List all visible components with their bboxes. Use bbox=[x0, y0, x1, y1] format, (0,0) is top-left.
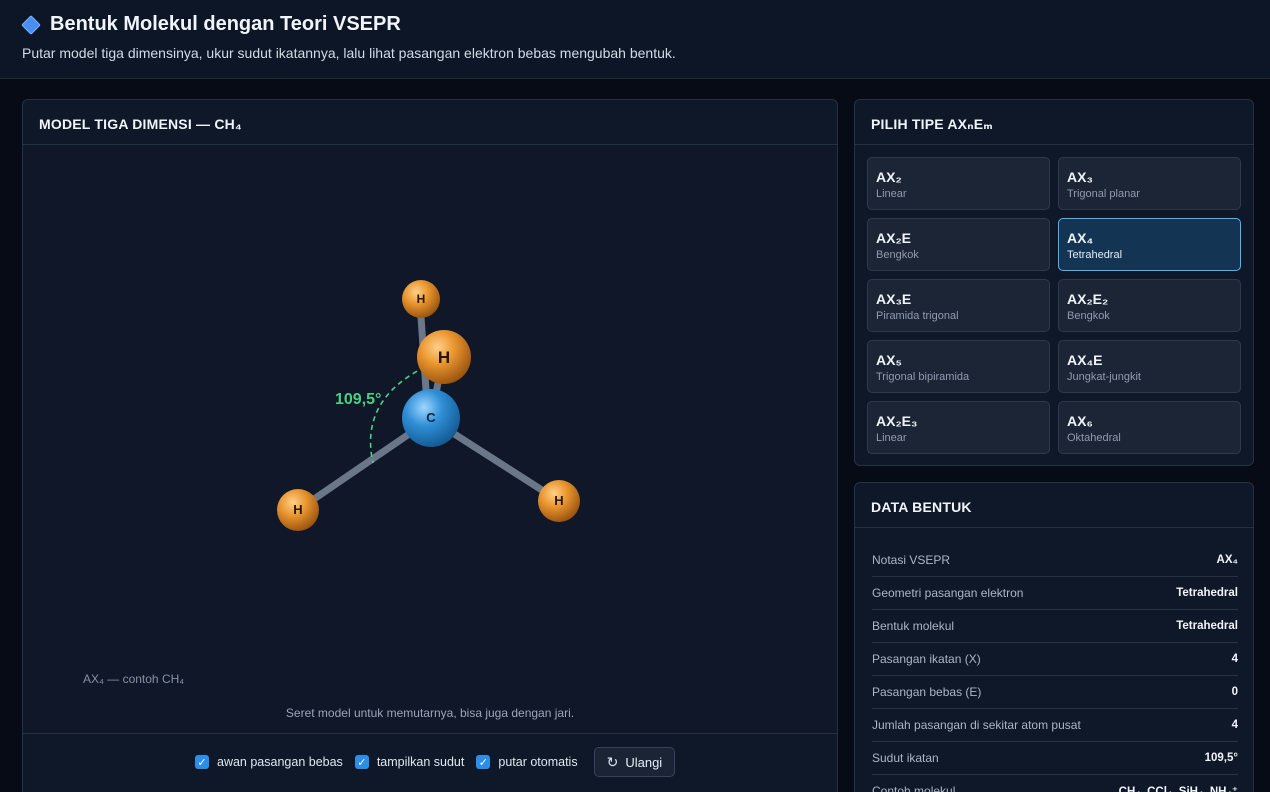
show-angle-label: tampilkan sudut bbox=[376, 755, 465, 769]
data-row-value: Tetrahedral bbox=[1176, 587, 1238, 599]
table-row: Bentuk molekul Tetrahedral bbox=[872, 610, 1238, 643]
table-row: Pasangan ikatan (X) 4 bbox=[872, 643, 1238, 676]
type-card[interactable]: AX₃ Trigonal planar bbox=[1058, 157, 1241, 210]
table-row: Notasi VSEPR AX₄ bbox=[872, 544, 1238, 577]
hydrogen-atom-back-label: H bbox=[417, 292, 426, 306]
checkbox-checked-icon[interactable]: ✓ bbox=[354, 755, 369, 769]
diamond-logo-icon bbox=[21, 14, 41, 35]
data-row-key: Bentuk molekul bbox=[872, 619, 955, 633]
shape-data-panel: DATA BENTUK Notasi VSEPR AX₄ Geometri pasa… bbox=[854, 482, 1254, 792]
model-caption: AX₄ — contoh CH₄ bbox=[83, 672, 185, 686]
type-card[interactable]: AX₄E Jungkat-jungkit bbox=[1058, 340, 1241, 393]
data-row-value: 0 bbox=[1231, 686, 1238, 698]
carbon-atom-label: C bbox=[426, 410, 436, 425]
model-panel-title: MODEL TIGA DIMENSI — CH₄ bbox=[23, 100, 837, 145]
data-row-value: 4 bbox=[1231, 719, 1238, 731]
auto-rotate-label: putar otomatis bbox=[498, 755, 578, 769]
reset-button-label: Ulangi bbox=[625, 754, 663, 770]
type-card-notation: AX₂ bbox=[876, 169, 902, 185]
data-row-value: 4 bbox=[1231, 653, 1238, 665]
checkbox-checked-icon[interactable]: ✓ bbox=[195, 755, 209, 769]
data-row-value: 109,5° bbox=[1204, 752, 1238, 764]
drag-hint: Seret model untuk memutarnya, bisa juga … bbox=[285, 706, 575, 720]
table-row: Pasangan bebas (E) 0 bbox=[872, 676, 1238, 709]
type-grid: AX₂ Linear AX₃ Trigonal planar AX₂E Bengkok AX… bbox=[867, 157, 1241, 454]
type-card[interactable]: AX₅ Trigonal bipiramida bbox=[867, 340, 1050, 393]
shape-data-table: Notasi VSEPR AX₄ Geometri pasangan elektro… bbox=[872, 544, 1238, 792]
shape-data-title: DATA BENTUK bbox=[855, 483, 1253, 528]
checkbox-checked-icon[interactable]: ✓ bbox=[476, 755, 491, 769]
type-card-notation: AX₂E bbox=[876, 230, 912, 246]
data-row-key: Geometri pasangan elektron bbox=[872, 586, 1024, 600]
app-header: Bentuk Molekul dengan Teori VSEPR Putar … bbox=[0, 0, 1270, 79]
model-panel: MODEL TIGA DIMENSI — CH₄ 109,5° H C H H … bbox=[22, 99, 838, 792]
type-card-notation: AX₂E₃ bbox=[876, 413, 918, 429]
type-card-shape: Bengkok bbox=[1067, 310, 1110, 322]
type-card-notation: AX₄ bbox=[1067, 230, 1094, 246]
type-card-shape: Tetrahedral bbox=[1067, 249, 1123, 261]
type-card-shape: Linear bbox=[876, 188, 907, 200]
data-row-key: Jumlah pasangan di sekitar atom pusat bbox=[872, 718, 1081, 732]
hydrogen-atom-left-label: H bbox=[293, 502, 302, 517]
type-card-shape: Piramida trigonal bbox=[876, 310, 959, 322]
type-card-shape: Trigonal bipiramida bbox=[876, 371, 970, 383]
type-card-shape: Oktahedral bbox=[1067, 432, 1121, 444]
page-subtitle: Putar model tiga dimensinya, ukur sudut … bbox=[22, 45, 676, 61]
show-angle-toggle[interactable]: ✓ tampilkan sudut bbox=[354, 755, 465, 769]
bond-angle-label: 109,5° bbox=[335, 391, 381, 408]
reset-icon: ↻ bbox=[606, 753, 619, 770]
type-card[interactable]: AX₂E Bengkok bbox=[867, 218, 1050, 271]
table-row: Sudut ikatan 109,5° bbox=[872, 742, 1238, 775]
table-row: Jumlah pasangan di sekitar atom pusat 4 bbox=[872, 709, 1238, 742]
data-row-value: CH₄, CCl₄, SiH₄, NH₄⁺ bbox=[1118, 786, 1238, 792]
title-row: Bentuk Molekul dengan Teori VSEPR bbox=[21, 13, 401, 36]
data-row-key: Pasangan bebas (E) bbox=[872, 685, 982, 699]
reset-button[interactable]: ↻ Ulangi bbox=[593, 747, 676, 777]
data-row-key: Pasangan ikatan (X) bbox=[872, 652, 981, 666]
lone-pair-cloud-toggle[interactable]: ✓ awan pasangan bebas bbox=[195, 755, 343, 769]
molecule-canvas[interactable]: 109,5° H C H H H AX₄ — contoh CH₄ Seret … bbox=[23, 145, 837, 733]
hydrogen-atom-front-label: H bbox=[438, 348, 450, 367]
type-card[interactable]: AX₆ Oktahedral bbox=[1058, 401, 1241, 454]
type-card-shape: Jungkat-jungkit bbox=[1067, 371, 1141, 383]
table-row: Contoh molekul CH₄, CCl₄, SiH₄, NH₄⁺ bbox=[872, 775, 1238, 792]
auto-rotate-toggle[interactable]: ✓ putar otomatis bbox=[476, 755, 578, 769]
hydrogen-atom-right-label: H bbox=[554, 493, 563, 508]
page-title: Bentuk Molekul dengan Teori VSEPR bbox=[50, 13, 401, 35]
data-row-value: Tetrahedral bbox=[1176, 620, 1238, 632]
type-card-shape: Linear bbox=[876, 432, 907, 444]
molecule-svg[interactable]: 109,5° H C H H H bbox=[23, 145, 837, 733]
type-card[interactable]: AX₃E Piramida trigonal bbox=[867, 279, 1050, 332]
table-row: Geometri pasangan elektron Tetrahedral bbox=[872, 577, 1238, 610]
type-card[interactable]: AX₂E₂ Bengkok bbox=[1058, 279, 1241, 332]
data-row-key: Contoh molekul bbox=[872, 784, 956, 792]
model-controls-bar: ✓ awan pasangan bebas ✓ tampilkan sudut … bbox=[23, 733, 837, 792]
type-card[interactable]: AX₂ Linear bbox=[867, 157, 1050, 210]
type-card-notation: AX₂E₂ bbox=[1067, 291, 1109, 307]
type-picker-panel: PILIH TIPE AXₙEₘ AX₂ Linear AX₃ Trigonal pl… bbox=[854, 99, 1254, 466]
data-row-value: AX₄ bbox=[1216, 554, 1238, 566]
data-row-key: Notasi VSEPR bbox=[872, 553, 951, 567]
type-card[interactable]: AX₄ Tetrahedral bbox=[1058, 218, 1241, 271]
data-row-key: Sudut ikatan bbox=[872, 751, 939, 765]
type-picker-title: PILIH TIPE AXₙEₘ bbox=[855, 100, 1253, 145]
model-controls: ✓ awan pasangan bebas ✓ tampilkan sudut … bbox=[195, 747, 676, 777]
type-card-notation: AX₆ bbox=[1067, 413, 1093, 429]
type-card-notation: AX₃ bbox=[1067, 169, 1093, 185]
type-card-notation: AX₄E bbox=[1067, 352, 1103, 368]
type-card-notation: AX₃E bbox=[876, 291, 912, 307]
type-card-notation: AX₅ bbox=[876, 352, 902, 368]
type-card-shape: Bengkok bbox=[876, 249, 919, 261]
type-card-shape: Trigonal planar bbox=[1067, 188, 1140, 200]
lone-pair-cloud-label: awan pasangan bebas bbox=[217, 755, 343, 769]
type-card[interactable]: AX₂E₃ Linear bbox=[867, 401, 1050, 454]
